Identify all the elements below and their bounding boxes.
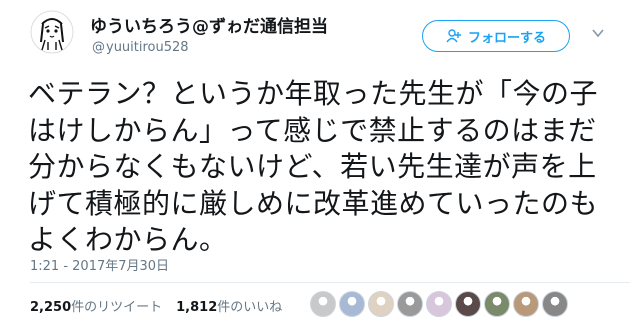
retweets-stat[interactable]: 2,250件のリツイート (30, 296, 162, 315)
avatar[interactable] (30, 10, 74, 54)
follow-button-label: フォローする (467, 30, 546, 46)
liker-avatar[interactable] (542, 291, 568, 317)
avatar-drawing-icon (30, 10, 74, 54)
tweet-line: はけしからん」って感じで禁止するのはまだ (28, 113, 597, 147)
likes-label: 件のいいね (217, 300, 283, 315)
tweet-line: げて積極的に厳しめに改革進めていったのも (28, 186, 599, 220)
add-person-icon (446, 29, 461, 43)
liker-avatar[interactable] (513, 291, 539, 317)
tweet-line: よくわからん。 (28, 223, 228, 256)
user-handle[interactable]: @yuuitirou528 (92, 40, 189, 55)
retweets-label: 件のリツイート (71, 300, 163, 315)
tweet-timestamp[interactable]: 1:21 - 2017年7月30日 (30, 255, 169, 274)
liker-avatar[interactable] (426, 291, 452, 317)
retweets-count: 2,250 (30, 300, 72, 315)
tweet-text: ベテラン？というか年取った先生が「今の子 はけしからん」って感じで禁止するのはま… (28, 76, 632, 259)
liker-avatars (310, 291, 568, 317)
tweet-line: ベテラン？というか年取った先生が「今の子 (28, 77, 599, 110)
liker-avatar[interactable] (484, 291, 510, 317)
handle-text: yuuitirou528 (106, 40, 189, 55)
follow-button[interactable]: フォローする (422, 20, 570, 52)
likes-stat[interactable]: 1,812件のいいね (176, 296, 282, 315)
handle-at: @ (92, 40, 105, 55)
chevron-down-icon[interactable] (592, 27, 604, 39)
tweet-stats: 2,250件のリツイート 1,812件のいいね (30, 296, 282, 315)
liker-avatar[interactable] (339, 291, 365, 317)
liker-avatar[interactable] (397, 291, 423, 317)
divider (30, 282, 630, 283)
liker-avatar[interactable] (368, 291, 394, 317)
liker-avatar[interactable] (310, 291, 336, 317)
tweet-line: 分からなくもないけど、若い先生達が声を上 (28, 150, 597, 183)
display-name[interactable]: ゆういちろう@ずゎだ通信担当 (90, 12, 328, 37)
likes-count: 1,812 (176, 300, 218, 315)
liker-avatar[interactable] (455, 291, 481, 317)
